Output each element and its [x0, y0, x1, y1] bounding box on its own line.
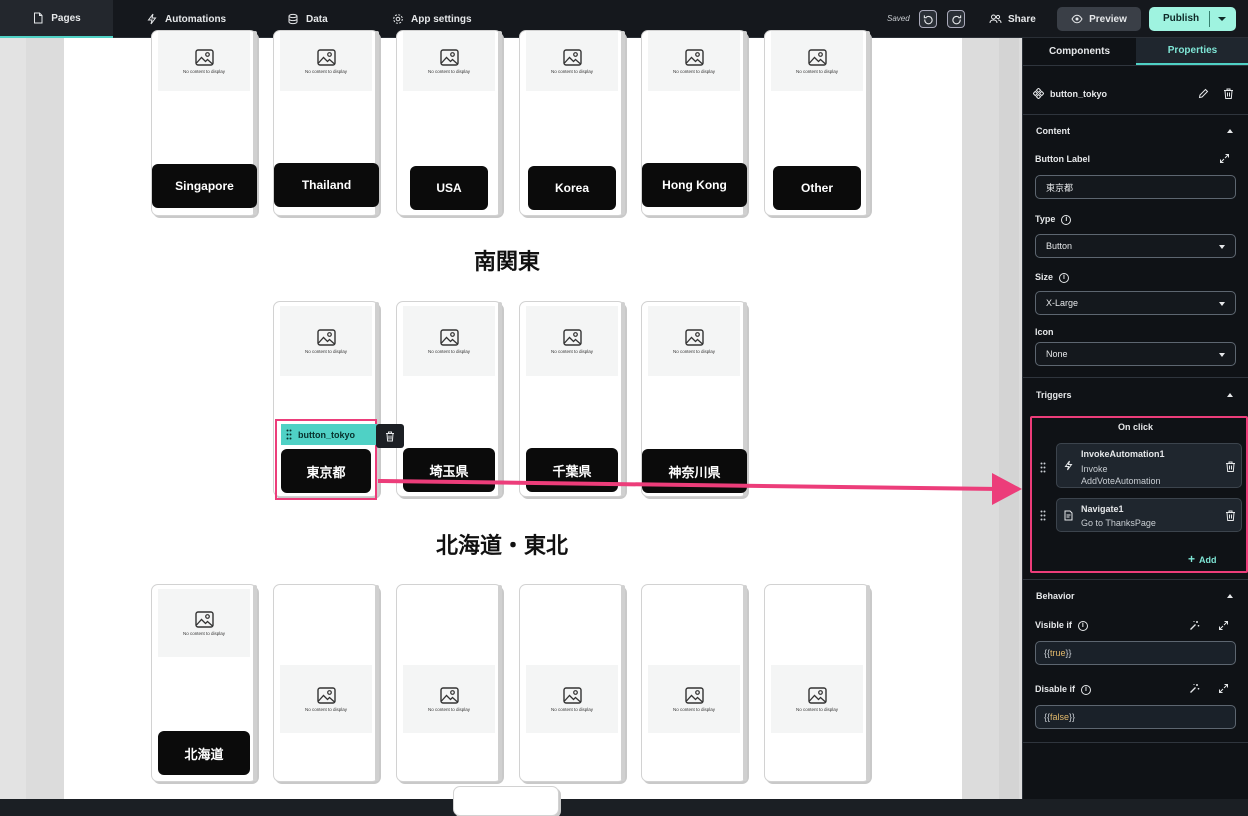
- annotation-arrow: [377, 473, 1022, 505]
